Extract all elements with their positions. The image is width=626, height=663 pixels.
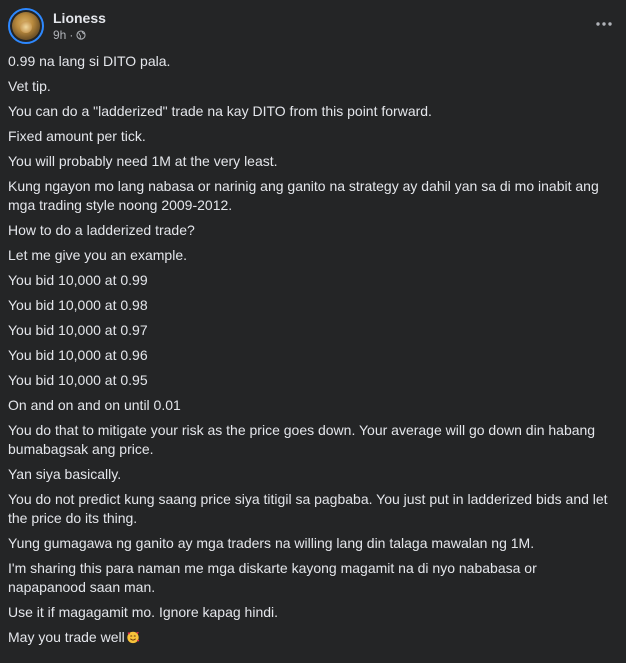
- post-paragraph: Use it if magagamit mo. Ignore kapag hin…: [8, 604, 279, 620]
- post-paragraph: You bid 10,000 at 0.97: [8, 322, 148, 338]
- post-paragraph: Fixed amount per tick.: [8, 128, 146, 144]
- author-name[interactable]: Lioness: [53, 9, 106, 27]
- avatar[interactable]: [8, 8, 44, 44]
- post-paragraph: You can do a "ladderized" trade na kay D…: [8, 103, 432, 119]
- post-closing-text: May you trade well: [8, 629, 125, 645]
- post-paragraph: You do not predict kung saang price siya…: [8, 491, 608, 526]
- post-paragraph: Kung ngayon mo lang nabasa or narinig an…: [8, 178, 599, 213]
- facebook-post: Lioness 9h · 0.99 na lang si DITO pala. …: [0, 0, 626, 663]
- more-options-button[interactable]: [592, 12, 616, 36]
- post-paragraph: 0.99 na lang si DITO pala.: [8, 53, 171, 69]
- post-paragraph: Vet tip.: [8, 78, 51, 94]
- meta-separator: ·: [69, 28, 74, 42]
- post-paragraph: You will probably need 1M at the very le…: [8, 153, 278, 169]
- post-paragraph: How to do a ladderized trade?: [8, 222, 195, 238]
- post-subline: 9h ·: [53, 27, 106, 43]
- post-paragraph: Yan siya basically.: [8, 466, 122, 482]
- globe-icon[interactable]: [76, 30, 86, 40]
- post-body: 0.99 na lang si DITO pala. Vet tip. You …: [8, 52, 618, 653]
- avatar-image: [12, 12, 40, 40]
- more-horizontal-icon: [596, 22, 612, 26]
- post-paragraph: You bid 10,000 at 0.95: [8, 372, 148, 388]
- post-paragraph: On and on and on until 0.01: [8, 397, 181, 413]
- post-header: Lioness 9h ·: [8, 6, 106, 46]
- post-paragraph: I'm sharing this para naman me mga diska…: [8, 560, 537, 595]
- post-paragraph: You do that to mitigate your risk as the…: [8, 422, 596, 457]
- post-paragraph: You bid 10,000 at 0.98: [8, 297, 148, 313]
- post-meta: Lioness 9h ·: [53, 9, 106, 43]
- post-paragraph: You bid 10,000 at 0.99: [8, 272, 148, 288]
- post-paragraph: Yung gumagawa ng ganito ay mga traders n…: [8, 535, 535, 551]
- post-last-line: May you trade well: [8, 628, 618, 647]
- post-paragraph: You bid 10,000 at 0.96: [8, 347, 148, 363]
- post-paragraph: Let me give you an example.: [8, 247, 187, 263]
- smiling-face-with-hearts-icon: [127, 631, 139, 644]
- post-time[interactable]: 9h: [53, 27, 66, 43]
